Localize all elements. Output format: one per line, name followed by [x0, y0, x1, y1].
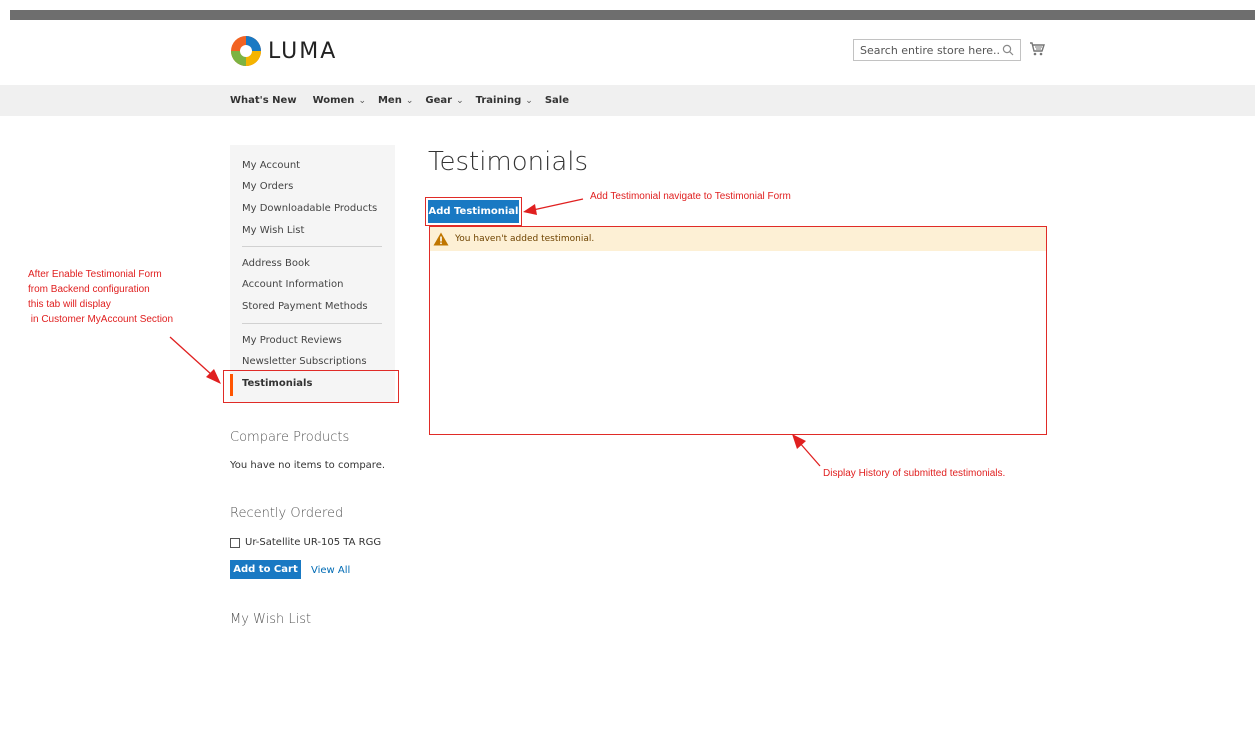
arrow-to-button: [532, 198, 584, 211]
arrow-to-history: [798, 441, 821, 467]
arrow-to-tab: [169, 336, 213, 376]
annotation-arrows: [169, 198, 821, 467]
arrow-to-button-head: [523, 204, 537, 215]
